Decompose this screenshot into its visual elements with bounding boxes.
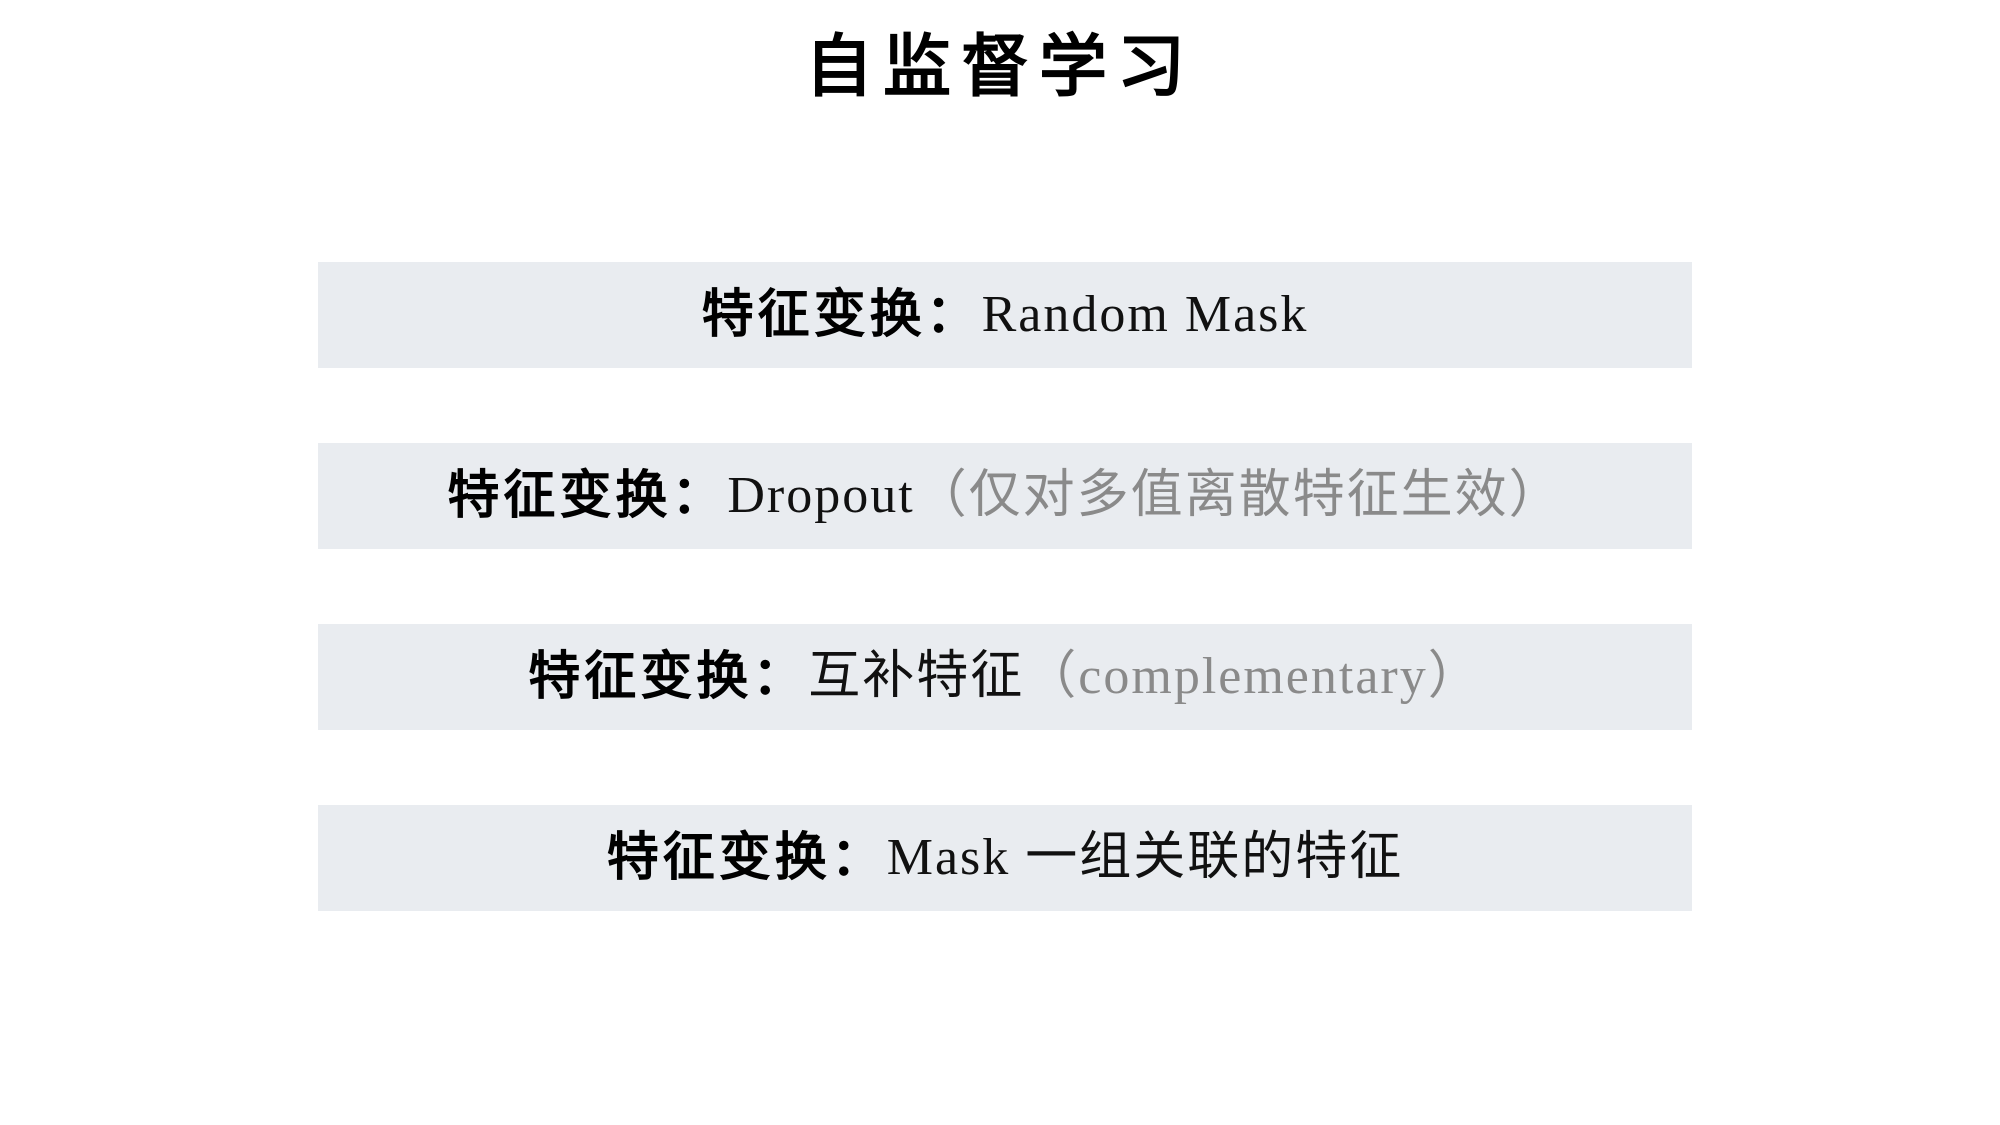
- item-prefix: 特征变换：: [528, 646, 809, 707]
- item-note: （仅对多值离散特征生效）: [914, 467, 1563, 524]
- feature-transform-item-mask-group: 特征变换： Mask 一组关联的特征: [318, 805, 1692, 911]
- feature-transform-item-dropout: 特征变换： Dropout （仅对多值离散特征生效）: [318, 443, 1692, 549]
- slide-title: 自监督学习: [804, 27, 1195, 107]
- item-prefix: 特征变换：: [606, 827, 887, 888]
- item-text: Dropout: [727, 467, 915, 524]
- item-note: （complementary）: [1024, 648, 1482, 705]
- feature-transform-item-random-mask: 特征变换： Random Mask: [318, 262, 1692, 368]
- item-text: Random Mask: [981, 286, 1309, 343]
- feature-transform-item-complementary: 特征变换： 互补特征 （complementary）: [318, 624, 1692, 730]
- item-text: Mask 一组关联的特征: [886, 829, 1404, 886]
- item-prefix: 特征变换：: [701, 284, 982, 345]
- item-text: 互补特征: [808, 648, 1025, 705]
- item-prefix: 特征变换：: [447, 465, 728, 526]
